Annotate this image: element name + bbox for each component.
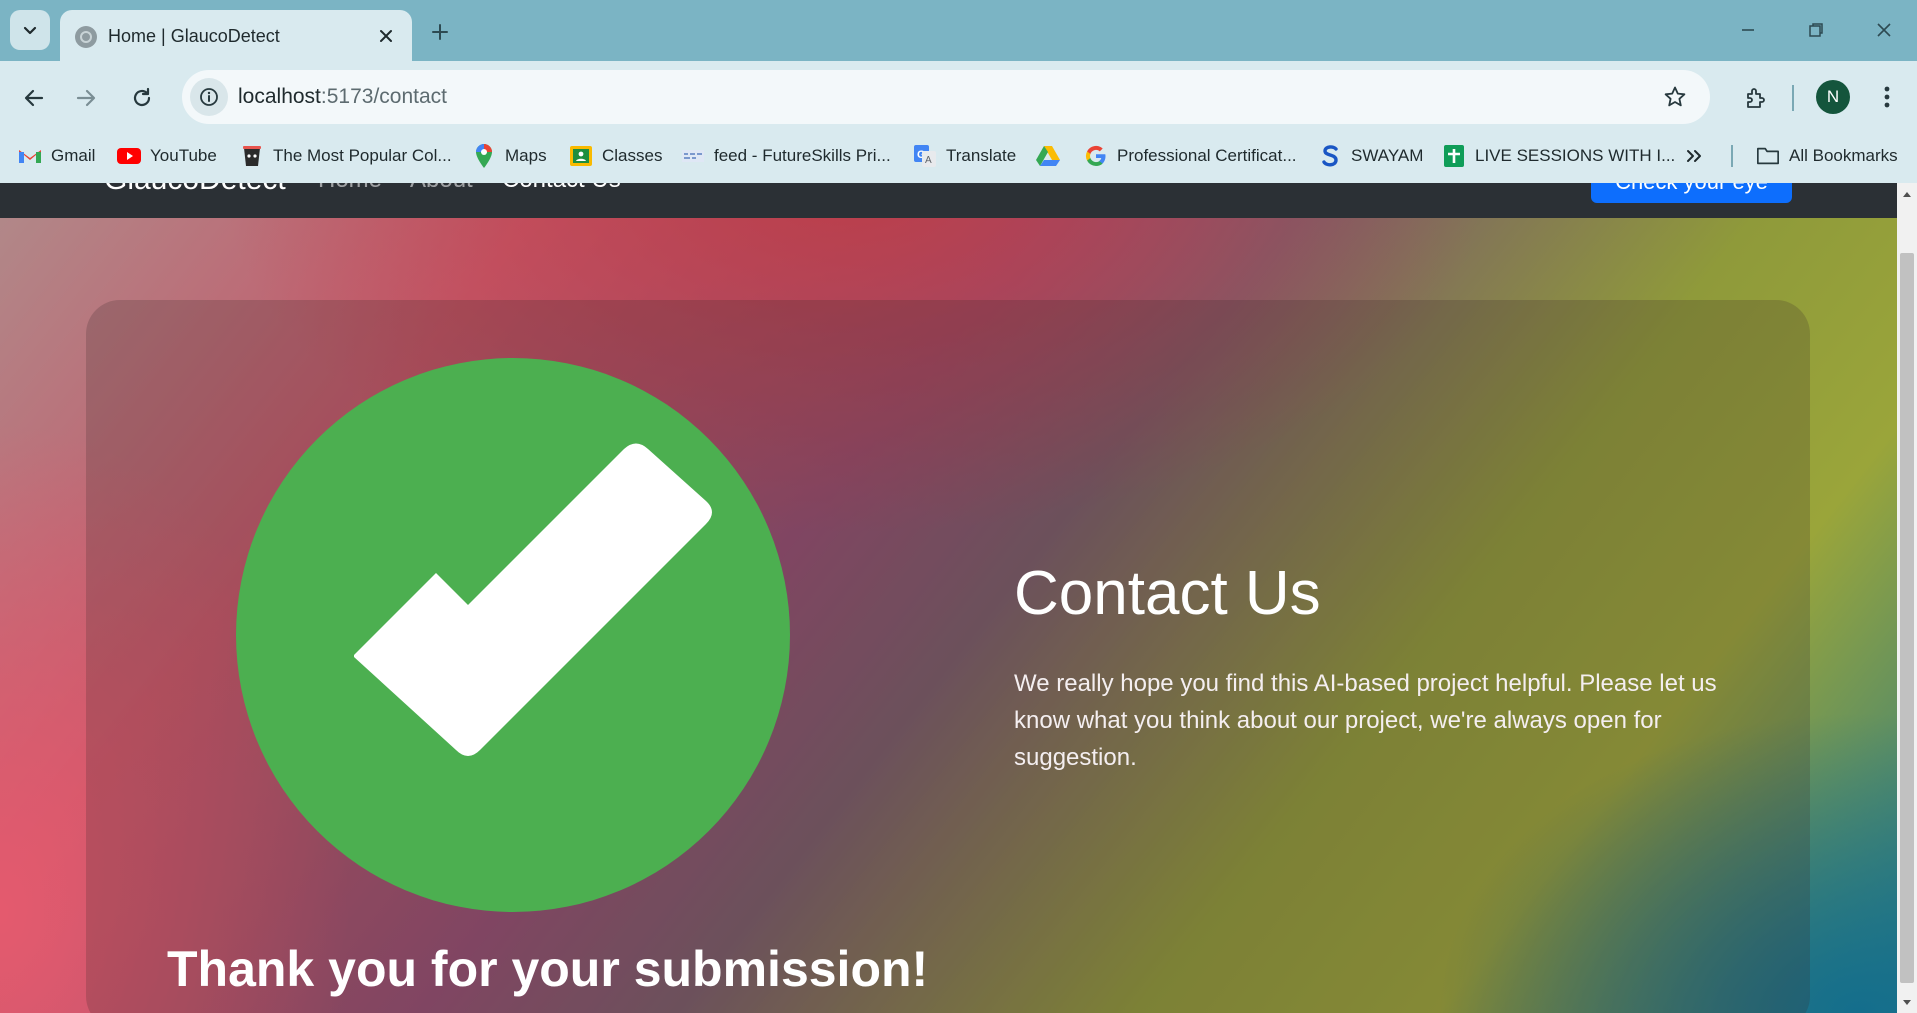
restore-icon — [1809, 23, 1823, 37]
plus-icon — [432, 24, 448, 40]
restore-button[interactable] — [1798, 14, 1834, 46]
browser-tab-bar: Home | GlaucoDetect — [0, 0, 1917, 61]
all-bookmarks-label: All Bookmarks — [1789, 146, 1898, 165]
tab-search-button[interactable] — [10, 10, 50, 50]
globe-icon — [75, 26, 97, 48]
bookmarks-separator — [1731, 145, 1733, 167]
browser-menu-button[interactable] — [1870, 80, 1904, 114]
bookmark-youtube[interactable]: YouTube — [117, 141, 217, 171]
bookmark-label: Translate — [946, 146, 1017, 165]
contact-description: We really hope you find this AI-based pr… — [1014, 670, 1717, 771]
browser-toolbar: localhost:5173/contact N Gmail YouTube T… — [0, 61, 1917, 189]
contact-us-heading: Contact Us — [1014, 559, 1321, 628]
page-scrollbar[interactable] — [1897, 183, 1917, 1013]
bookmark-label: Gmail — [51, 146, 96, 165]
bookmark-gmail[interactable]: Gmail — [18, 141, 95, 171]
bookmark-label: Maps — [505, 146, 547, 165]
tab-close-button[interactable] — [372, 22, 400, 50]
drive-icon — [1036, 144, 1060, 168]
nav-link-about[interactable]: About — [410, 183, 473, 194]
reload-button[interactable] — [122, 78, 162, 118]
star-icon — [1664, 86, 1686, 107]
translate-icon: GA — [913, 144, 937, 168]
bookmark-drive[interactable] — [1036, 141, 1069, 171]
toolbar-separator — [1792, 85, 1794, 111]
tab-title: Home | GlaucoDetect — [108, 26, 280, 46]
url-text: localhost:5173/contact — [238, 85, 447, 109]
close-icon — [1877, 23, 1891, 37]
nav-link-home[interactable]: Home — [318, 183, 382, 194]
site-info-button[interactable] — [190, 78, 228, 116]
bookmark-live-sessions[interactable]: LIVE SESSIONS WITH I... — [1442, 141, 1675, 171]
extensions-button[interactable] — [1736, 78, 1776, 118]
scroll-up-arrow-icon[interactable] — [1901, 188, 1913, 200]
more-vertical-icon — [1884, 86, 1890, 108]
scrollbar-thumb[interactable] — [1900, 253, 1914, 983]
check-circle-icon — [236, 358, 790, 912]
classroom-icon — [569, 144, 593, 168]
bookmark-label: YouTube — [150, 146, 217, 165]
bookmark-label: LIVE SESSIONS WITH I... — [1475, 146, 1676, 165]
profile-avatar[interactable]: N — [1816, 80, 1850, 114]
cup-icon — [240, 144, 264, 168]
address-bar[interactable]: localhost:5173/contact — [182, 70, 1710, 124]
forward-button[interactable] — [66, 78, 106, 118]
scroll-down-arrow-icon[interactable] — [1901, 997, 1913, 1009]
bookmark-futureskills[interactable]: feed - FutureSkills Pri... — [681, 141, 891, 171]
thank-you-heading: Thank you for your submission! — [167, 941, 929, 997]
maps-icon — [472, 144, 496, 168]
check-your-eye-button[interactable]: Check your eye — [1591, 183, 1792, 203]
google-icon — [1084, 144, 1108, 168]
futureskills-icon — [681, 144, 705, 168]
bookmark-label: Professional Certificat... — [1117, 146, 1297, 165]
close-icon — [380, 30, 392, 42]
bookmark-professional-certificate[interactable]: Professional Certificat... — [1084, 141, 1297, 171]
all-bookmarks-button[interactable]: All Bookmarks — [1756, 141, 1898, 171]
folder-icon — [1756, 144, 1780, 168]
double-chevron-right-icon — [1687, 150, 1701, 162]
bookmark-label: feed - FutureSkills Pri... — [714, 146, 891, 165]
bookmark-maps[interactable]: Maps — [472, 141, 547, 171]
bookmarks-bar: Gmail YouTube The Most Popular Col... Ma… — [0, 135, 1917, 175]
bookmark-popular-col[interactable]: The Most Popular Col... — [240, 141, 452, 171]
site-navbar: GlaucoDetect Home About Contact Us Check… — [0, 183, 1897, 218]
url-path: :5173/contact — [320, 85, 447, 108]
more-bookmarks-button[interactable] — [1684, 141, 1704, 171]
back-button[interactable] — [14, 78, 54, 118]
bookmark-translate[interactable]: GA Translate — [913, 141, 1016, 171]
browser-tab[interactable]: Home | GlaucoDetect — [60, 10, 412, 61]
swayam-icon — [1318, 144, 1342, 168]
site-brand[interactable]: GlaucoDetect — [104, 183, 286, 197]
back-arrow-icon — [24, 89, 44, 107]
bookmark-classes[interactable]: Classes — [569, 141, 662, 171]
gmail-icon — [18, 144, 42, 168]
contact-card: Thank you for your submission! Contact U… — [86, 300, 1810, 1013]
sheets-icon — [1442, 144, 1466, 168]
minimize-icon — [1742, 29, 1754, 31]
close-window-button[interactable] — [1866, 14, 1902, 46]
url-host: localhost — [238, 85, 321, 108]
chevron-down-icon — [23, 26, 37, 35]
new-tab-button[interactable] — [424, 16, 456, 48]
svg-text:A: A — [925, 155, 932, 166]
info-icon — [200, 88, 218, 106]
bookmark-label: The Most Popular Col... — [273, 146, 452, 165]
page-content: GlaucoDetect Home About Contact Us Check… — [0, 183, 1897, 1013]
minimize-button[interactable] — [1730, 14, 1766, 46]
nav-link-contact[interactable]: Contact Us — [502, 183, 621, 194]
bookmark-swayam[interactable]: SWAYAM — [1318, 141, 1423, 171]
forward-arrow-icon — [76, 89, 96, 107]
reload-icon — [133, 87, 151, 107]
youtube-icon — [117, 144, 141, 168]
bookmark-label: SWAYAM — [1351, 146, 1424, 165]
bookmark-label: Classes — [602, 146, 663, 165]
bookmark-star-button[interactable] — [1660, 82, 1690, 112]
puzzle-icon — [1747, 88, 1765, 108]
